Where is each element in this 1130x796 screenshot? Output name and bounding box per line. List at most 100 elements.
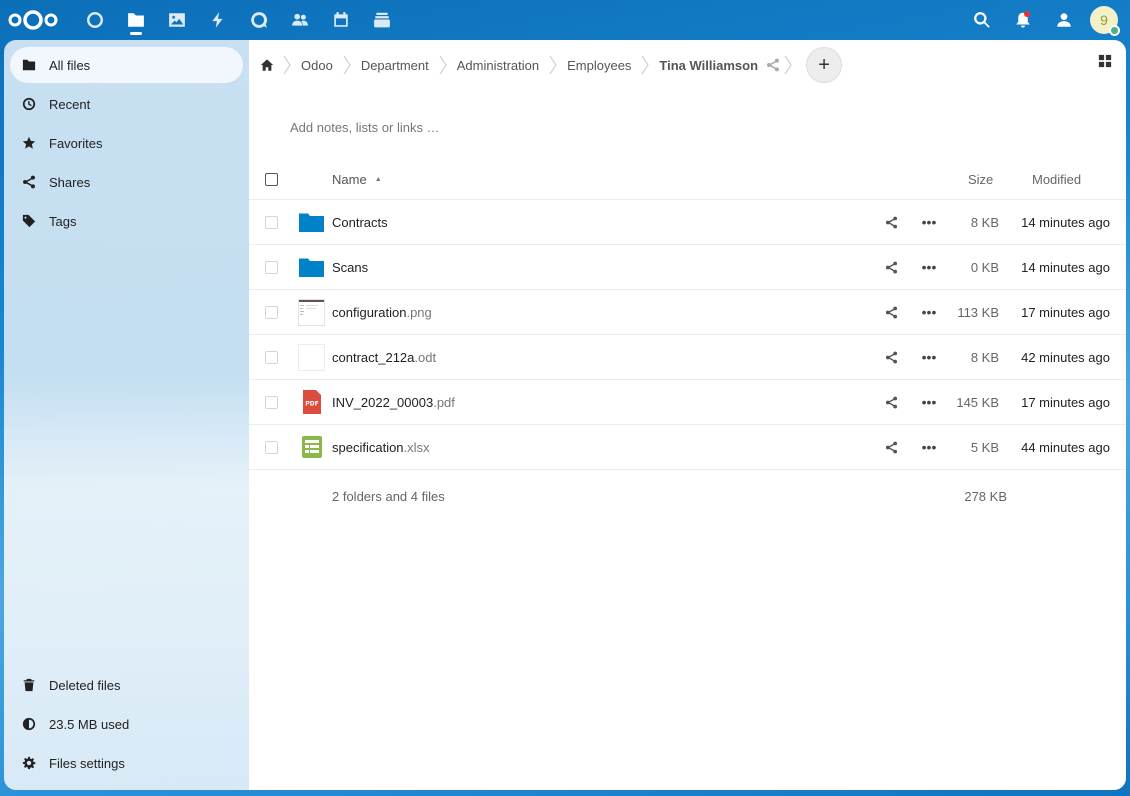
table-row[interactable]: Scans ••• 0 KB 14 minutes ago	[249, 245, 1126, 290]
table-row[interactable]: Contracts ••• 8 KB 14 minutes ago	[249, 200, 1126, 245]
table-row[interactable]: configuration.png ••• 113 KB 17 minutes …	[249, 290, 1126, 335]
breadcrumb-label: Odoo	[301, 57, 333, 73]
breadcrumb: Odoo Department Administration Employees…	[257, 47, 843, 83]
sidebar-item-favorites[interactable]: Favorites	[10, 125, 243, 161]
file-basename: specification	[332, 439, 404, 455]
chevron-right-icon	[283, 55, 291, 75]
sidebar-item-shares[interactable]: Shares	[10, 164, 243, 200]
file-basename: INV_2022_00003	[332, 394, 434, 410]
chevron-right-icon	[343, 55, 351, 75]
home-icon	[260, 59, 274, 71]
breadcrumb-administration[interactable]: Administration	[447, 58, 549, 73]
file-name[interactable]: INV_2022_00003.pdf	[332, 395, 455, 410]
file-basename: configuration	[332, 304, 407, 320]
breadcrumb-current-folder[interactable]: Tina Williamson	[649, 58, 762, 73]
more-actions-icon[interactable]: •••	[920, 349, 938, 365]
row-checkbox[interactable]	[265, 395, 278, 409]
file-name[interactable]: Contracts	[332, 215, 388, 230]
row-checkbox[interactable]	[265, 260, 278, 274]
clock-icon	[22, 97, 36, 111]
talk-icon[interactable]	[238, 0, 279, 40]
file-name[interactable]: contract_212a.odt	[332, 350, 436, 365]
more-actions-icon[interactable]: •••	[920, 214, 938, 230]
sidebar-item-quota[interactable]: 23.5 MB used	[10, 706, 243, 742]
contacts-menu-icon[interactable]	[1043, 0, 1084, 40]
file-name[interactable]: configuration.png	[332, 305, 432, 320]
column-header-name[interactable]: Name ▲	[332, 172, 382, 187]
more-actions-icon[interactable]: •••	[920, 304, 938, 320]
file-modified: 14 minutes ago	[1021, 259, 1110, 275]
row-checkbox[interactable]	[265, 440, 278, 454]
pdf-icon-label: PDF	[305, 401, 318, 408]
nextcloud-logo[interactable]	[8, 0, 58, 40]
breadcrumb-employees[interactable]: Employees	[557, 58, 641, 73]
sidebar-item-label: 23.5 MB used	[49, 716, 130, 732]
files-icon[interactable]	[115, 0, 156, 40]
breadcrumb-department[interactable]: Department	[351, 58, 439, 73]
table-row[interactable]: specification.xlsx ••• 5 KB 44 minutes a…	[249, 425, 1126, 470]
notifications-icon[interactable]	[1002, 0, 1043, 40]
share-icon[interactable]	[883, 439, 899, 455]
star-icon	[22, 136, 36, 149]
sidebar-item-tags[interactable]: Tags	[10, 203, 243, 239]
more-actions-icon[interactable]: •••	[920, 259, 938, 275]
quota-icon	[22, 717, 36, 731]
share-icon[interactable]	[883, 304, 899, 320]
column-header-modified[interactable]: Modified	[1032, 172, 1081, 187]
chevron-right-icon	[549, 55, 557, 75]
file-modified: 17 minutes ago	[1021, 394, 1110, 410]
share-icon[interactable]	[883, 394, 899, 410]
column-header-size[interactable]: Size	[968, 172, 993, 187]
chevron-right-icon	[784, 55, 792, 75]
folder-icon	[298, 209, 325, 236]
sidebar-item-all-files[interactable]: All files	[10, 47, 243, 83]
folder-description-input[interactable]: Add notes, lists or links …	[290, 120, 790, 140]
files-list-summary: 2 folders and 4 files 278 KB	[249, 470, 1126, 522]
more-actions-icon[interactable]: •••	[920, 439, 938, 455]
user-avatar[interactable]: 9	[1090, 6, 1120, 36]
share-folder-icon[interactable]	[762, 58, 784, 72]
search-icon[interactable]	[961, 0, 1002, 40]
document-thumbnail-icon	[298, 343, 325, 371]
sidebar-item-files-settings[interactable]: Files settings	[10, 745, 243, 781]
breadcrumb-odoo[interactable]: Odoo	[291, 58, 343, 73]
file-name[interactable]: Scans	[332, 260, 368, 275]
sidebar-item-deleted-files[interactable]: Deleted files	[10, 667, 243, 703]
calendar-icon[interactable]	[320, 0, 361, 40]
table-row[interactable]: contract_212a.odt ••• 8 KB 42 minutes ag…	[249, 335, 1126, 380]
contacts-icon[interactable]	[279, 0, 320, 40]
sidebar-item-label: Recent	[49, 96, 91, 112]
row-checkbox[interactable]	[265, 350, 278, 364]
row-checkbox[interactable]	[265, 305, 278, 319]
table-row[interactable]: PDF INV_2022_00003.pdf ••• 145 KB 17 min…	[249, 380, 1126, 425]
app-content: Odoo Department Administration Employees…	[249, 40, 1126, 790]
breadcrumb-label: Tina Williamson	[659, 57, 759, 73]
new-button[interactable]: +	[806, 47, 843, 83]
file-size: 113 KB	[957, 304, 999, 320]
share-icon[interactable]	[883, 259, 899, 275]
pdf-file-icon: PDF	[298, 389, 325, 416]
share-icon[interactable]	[883, 349, 899, 365]
file-extension: .pdf	[433, 394, 455, 410]
select-all-checkbox[interactable]	[265, 173, 278, 186]
breadcrumb-home[interactable]	[257, 58, 277, 72]
activity-icon[interactable]	[197, 0, 238, 40]
sidebar-item-label: All files	[49, 57, 91, 73]
spreadsheet-file-icon	[298, 434, 325, 461]
row-checkbox[interactable]	[265, 215, 278, 229]
dashboard-icon[interactable]	[74, 0, 115, 40]
app-menu	[74, 0, 402, 40]
image-thumbnail-icon	[298, 298, 325, 326]
file-name[interactable]: specification.xlsx	[332, 440, 430, 455]
share-icon[interactable]	[883, 214, 899, 230]
sidebar-item-recent[interactable]: Recent	[10, 86, 243, 122]
grid-view-icon[interactable]	[1098, 54, 1114, 70]
photos-icon[interactable]	[156, 0, 197, 40]
chevron-right-icon	[439, 55, 447, 75]
tag-icon	[22, 214, 36, 228]
sidebar-item-label: Tags	[49, 213, 77, 229]
deck-icon[interactable]	[361, 0, 402, 40]
more-actions-icon[interactable]: •••	[920, 394, 938, 410]
file-extension: .xlsx	[403, 439, 430, 455]
file-size: 0 KB	[970, 259, 999, 275]
